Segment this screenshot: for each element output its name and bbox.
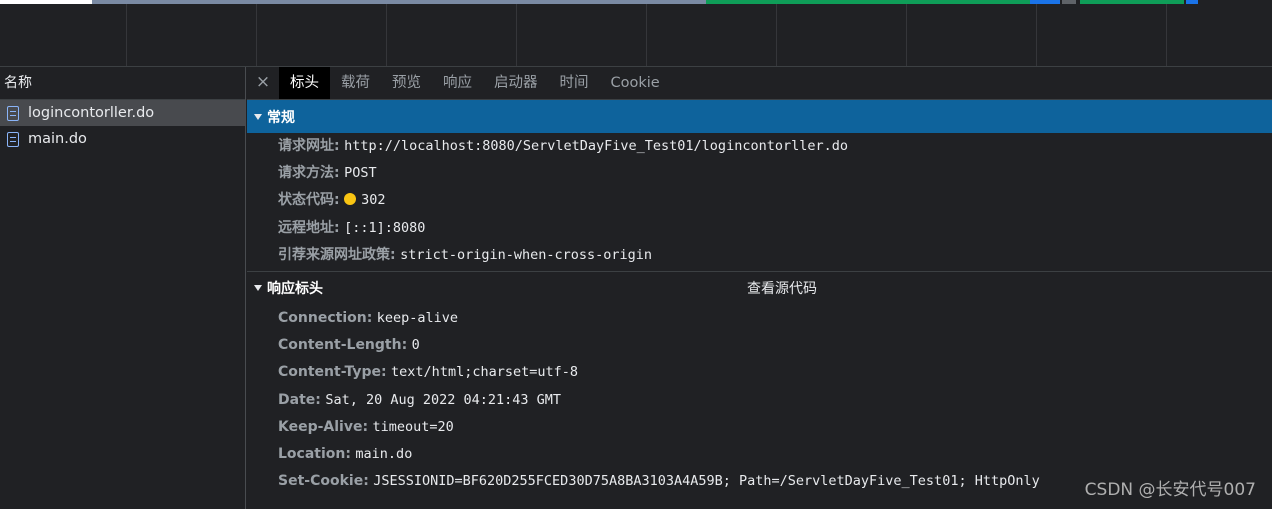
tab-timing[interactable]: 时间: [549, 67, 600, 99]
timeline-bar-blue: [1030, 0, 1060, 4]
network-timeline-overview[interactable]: [0, 0, 1272, 67]
document-icon: [7, 105, 19, 121]
request-name: main.do: [28, 131, 87, 147]
timeline-gridline: [1166, 4, 1167, 66]
header-value: main.do: [355, 445, 413, 462]
response-header-row: Location: main.do: [247, 441, 1272, 468]
header-key: 请求网址:: [278, 138, 340, 154]
header-value: keep-alive: [376, 309, 459, 326]
name-column-header[interactable]: 名称: [0, 67, 245, 100]
response-header-row: Content-Type: text/html;charset=utf-8: [247, 359, 1272, 386]
header-key: 远程地址:: [278, 219, 340, 236]
header-key: 引荐来源网址政策:: [278, 246, 396, 263]
header-key: Set-Cookie:: [278, 473, 369, 490]
response-header-row: Keep-Alive: timeout=20: [247, 414, 1272, 441]
document-icon: [7, 131, 19, 147]
header-value: strict-origin-when-cross-origin: [400, 246, 653, 263]
request-details-panel: × 标头 载荷 预览 响应 启动器 时间 Cookie 常规 请求网址: htt…: [247, 67, 1272, 509]
header-key: Keep-Alive:: [278, 418, 369, 435]
general-row-request-url: 请求网址: http://localhost:8080/ServletDayFi…: [247, 133, 1272, 160]
timeline-gridline: [386, 4, 387, 66]
general-row-remote-address: 远程地址: [::1]:8080: [247, 215, 1272, 242]
header-key: 状态代码:: [278, 192, 340, 209]
timeline-gridline: [776, 4, 777, 66]
timeline-bar-blue-2: [1186, 0, 1198, 4]
watermark-text: CSDN @长安代号007: [1084, 480, 1256, 500]
triangle-down-icon: [254, 113, 262, 120]
request-name: logincontorller.do: [28, 105, 155, 121]
header-value: 0: [411, 337, 420, 354]
timeline-gridline: [256, 4, 257, 66]
request-row-main[interactable]: main.do: [0, 126, 245, 152]
details-tabbar: × 标头 载荷 预览 响应 启动器 时间 Cookie: [247, 67, 1272, 100]
tab-preview[interactable]: 预览: [381, 67, 432, 99]
general-row-status-code: 状态代码: 302: [247, 187, 1272, 214]
header-key: Connection:: [278, 309, 373, 326]
view-source-link[interactable]: 查看源代码: [747, 278, 817, 298]
timeline-gridline: [906, 4, 907, 66]
header-key: 请求方法:: [278, 165, 340, 182]
timeline-gridline: [126, 4, 127, 66]
timeline-bar-green: [706, 0, 1030, 4]
triangle-down-icon: [254, 285, 262, 292]
tab-response[interactable]: 响应: [432, 67, 483, 99]
timeline-bar-white: [0, 0, 92, 4]
general-section-header[interactable]: 常规: [247, 100, 1272, 133]
timeline-bar-gray: [1062, 0, 1076, 4]
tab-cookies[interactable]: Cookie: [600, 67, 671, 99]
timeline-gridline: [646, 4, 647, 66]
header-value: http://localhost:8080/ServletDayFive_Tes…: [344, 138, 848, 154]
header-value: [::1]:8080: [344, 219, 426, 236]
header-value: POST: [344, 165, 377, 182]
tab-payload[interactable]: 载荷: [330, 67, 381, 99]
status-dot-icon: [344, 193, 357, 206]
close-icon[interactable]: ×: [247, 67, 279, 99]
request-row-logincontorller[interactable]: logincontorller.do: [0, 100, 245, 126]
header-value: timeout=20: [372, 418, 454, 435]
tab-headers[interactable]: 标头: [279, 67, 330, 99]
timeline-gridline: [1036, 4, 1037, 66]
header-key: Content-Length:: [278, 337, 408, 354]
header-value: Sat, 20 Aug 2022 04:21:43 GMT: [325, 391, 562, 408]
timeline-bar-green-2: [1080, 0, 1184, 4]
timeline-bar-waiting: [92, 0, 706, 4]
response-header-row: Connection: keep-alive: [247, 305, 1272, 332]
header-key: Content-Type:: [278, 364, 387, 381]
header-key: Location:: [278, 445, 351, 462]
tab-initiator[interactable]: 启动器: [483, 67, 549, 99]
header-value: text/html;charset=utf-8: [391, 364, 578, 381]
response-header-row: Content-Length: 0: [247, 332, 1272, 359]
header-key: Date:: [278, 391, 321, 408]
header-value: 302: [361, 192, 386, 209]
general-row-request-method: 请求方法: POST: [247, 160, 1272, 187]
general-section-title: 常规: [267, 109, 295, 126]
response-header-row: Date: Sat, 20 Aug 2022 04:21:43 GMT: [247, 387, 1272, 414]
request-list-panel: 名称 logincontorller.do main.do: [0, 67, 246, 509]
response-headers-title: 响应标头: [267, 281, 323, 298]
response-headers-section-header[interactable]: 响应标头 查看源代码: [247, 272, 1272, 305]
header-value: JSESSIONID=BF620D255FCED30D75A8BA3103A4A…: [373, 473, 1040, 490]
timeline-gridline: [516, 4, 517, 66]
general-row-referrer-policy: 引荐来源网址政策: strict-origin-when-cross-origi…: [247, 242, 1272, 269]
